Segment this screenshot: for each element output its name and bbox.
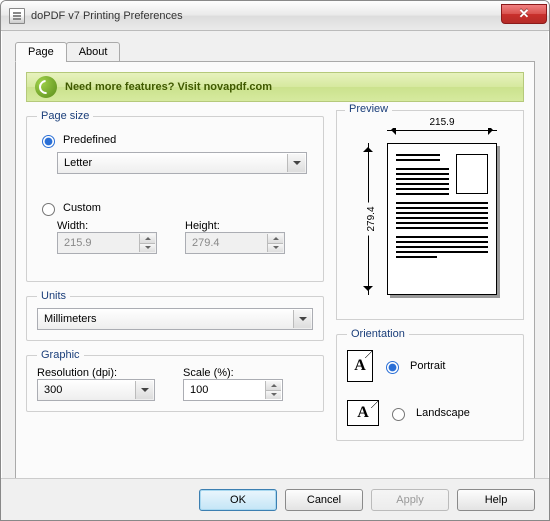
preview-width-value: 215.9 bbox=[425, 117, 458, 128]
tab-panel-page: Need more features? Visit novapdf.com Pa… bbox=[15, 61, 535, 481]
close-button[interactable]: ✕ bbox=[501, 4, 547, 24]
banner-text: Need more features? Visit novapdf.com bbox=[65, 81, 272, 93]
radio-predefined[interactable] bbox=[42, 135, 55, 148]
spinner-height bbox=[267, 234, 283, 252]
label-height: Height: bbox=[185, 220, 285, 232]
app-icon bbox=[9, 8, 25, 24]
chevron-down-icon bbox=[287, 154, 305, 172]
legend-page-size: Page size bbox=[37, 110, 93, 122]
value-resolution: 300 bbox=[44, 384, 62, 396]
combo-predefined-size[interactable]: Letter bbox=[57, 152, 307, 174]
label-portrait: Portrait bbox=[410, 360, 445, 372]
combo-resolution[interactable]: 300 bbox=[37, 379, 155, 401]
tab-about[interactable]: About bbox=[66, 42, 121, 62]
label-width: Width: bbox=[57, 220, 157, 232]
window-title: doPDF v7 Printing Preferences bbox=[31, 10, 501, 22]
group-graphic: Graphic Resolution (dpi): 300 Scale (%) bbox=[26, 349, 324, 412]
legend-graphic: Graphic bbox=[37, 349, 84, 361]
combo-predefined-value: Letter bbox=[64, 157, 92, 169]
chevron-down-icon bbox=[293, 310, 311, 328]
spinner-scale[interactable] bbox=[265, 381, 281, 399]
dimension-horizontal: 215.9 bbox=[387, 123, 497, 137]
label-scale: Scale (%): bbox=[183, 367, 234, 379]
apply-button: Apply bbox=[371, 489, 449, 511]
legend-preview: Preview bbox=[345, 103, 392, 115]
help-button[interactable]: Help bbox=[457, 489, 535, 511]
legend-orientation: Orientation bbox=[347, 328, 409, 340]
combo-units[interactable]: Millimeters bbox=[37, 308, 313, 330]
group-page-size: Page size Predefined Letter Custom bbox=[26, 110, 324, 282]
group-preview: Preview 215.9 279.4 bbox=[336, 110, 524, 320]
spinner-width bbox=[139, 234, 155, 252]
input-width: 215.9 bbox=[57, 232, 157, 254]
cancel-button[interactable]: Cancel bbox=[285, 489, 363, 511]
input-scale[interactable]: 100 bbox=[183, 379, 283, 401]
input-height: 279.4 bbox=[185, 232, 285, 254]
combo-units-value: Millimeters bbox=[44, 313, 97, 325]
label-landscape: Landscape bbox=[416, 407, 470, 419]
close-icon: ✕ bbox=[519, 6, 530, 22]
portrait-icon: A bbox=[347, 350, 373, 382]
preview-height-value: 279.4 bbox=[366, 202, 377, 235]
refresh-icon bbox=[35, 76, 57, 98]
dimension-vertical: 279.4 bbox=[361, 143, 375, 295]
group-orientation: Orientation A Portrait A Landscape bbox=[336, 328, 524, 441]
tabstrip: Page About bbox=[15, 42, 535, 62]
radio-portrait[interactable] bbox=[386, 361, 399, 374]
landscape-icon: A bbox=[347, 400, 379, 426]
value-width: 215.9 bbox=[64, 237, 92, 249]
label-predefined: Predefined bbox=[63, 134, 116, 146]
value-scale: 100 bbox=[190, 384, 208, 396]
radio-custom[interactable] bbox=[42, 203, 55, 216]
label-resolution: Resolution (dpi): bbox=[37, 367, 117, 379]
radio-landscape[interactable] bbox=[392, 408, 405, 421]
page-preview-icon bbox=[387, 143, 497, 295]
window-frame: doPDF v7 Printing Preferences ✕ Page Abo… bbox=[0, 0, 550, 521]
value-height: 279.4 bbox=[192, 237, 220, 249]
ok-button[interactable]: OK bbox=[199, 489, 277, 511]
group-units: Units Millimeters bbox=[26, 290, 324, 341]
legend-units: Units bbox=[37, 290, 70, 302]
titlebar: doPDF v7 Printing Preferences ✕ bbox=[1, 1, 549, 31]
dialog-footer: OK Cancel Apply Help bbox=[1, 478, 549, 520]
label-custom: Custom bbox=[63, 202, 101, 214]
chevron-down-icon bbox=[135, 381, 153, 399]
tab-page[interactable]: Page bbox=[15, 42, 67, 62]
promo-banner[interactable]: Need more features? Visit novapdf.com bbox=[26, 72, 524, 102]
